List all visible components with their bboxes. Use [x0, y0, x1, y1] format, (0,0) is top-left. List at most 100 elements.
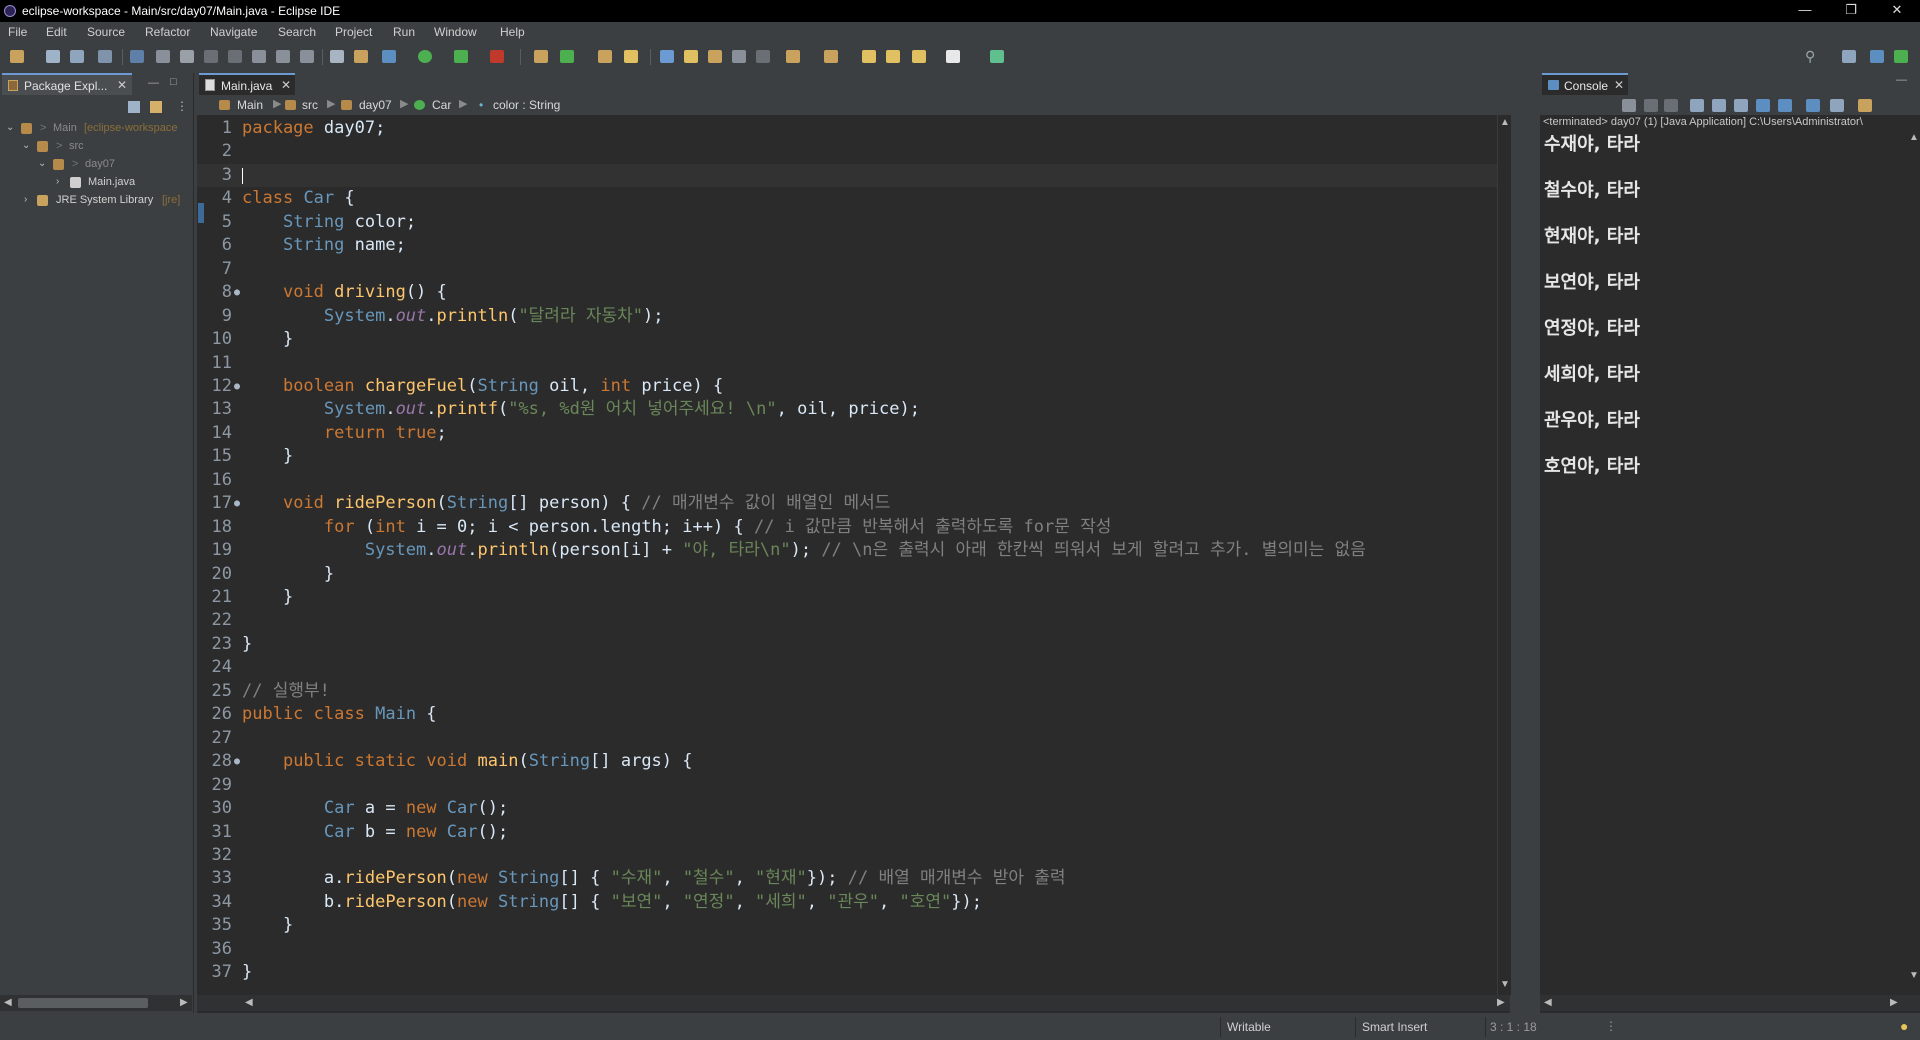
menu-file[interactable]: File	[8, 25, 27, 39]
pilcrow-icon[interactable]	[756, 50, 770, 63]
step-over-icon[interactable]	[276, 50, 290, 63]
breadcrumb-main[interactable]: Main	[237, 98, 263, 112]
code-line[interactable]: 35 }	[197, 914, 1510, 937]
step-into-icon[interactable]	[252, 50, 266, 63]
menu-navigate[interactable]: Navigate	[210, 25, 257, 39]
minimize-icon[interactable]: —	[148, 77, 159, 89]
code-line[interactable]: 6 String name;	[197, 234, 1510, 257]
debug-perspective-icon[interactable]	[1894, 50, 1908, 63]
code-line[interactable]: 32	[197, 844, 1510, 867]
new-package-icon[interactable]	[534, 50, 548, 63]
new-class-icon[interactable]	[560, 50, 574, 63]
window-maximize-button[interactable]: ❐	[1828, 0, 1874, 22]
fold-marker-icon[interactable]: ●	[234, 492, 240, 515]
code-line[interactable]: 31 Car b = new Car();	[197, 821, 1510, 844]
link-editor-icon[interactable]	[150, 101, 162, 113]
menu-help[interactable]: Help	[500, 25, 525, 39]
status-menu-icon[interactable]: ⋮	[1605, 1019, 1617, 1033]
new-icon[interactable]	[10, 50, 24, 63]
fold-marker-icon[interactable]: ●	[234, 750, 240, 773]
code-line[interactable]: 4 class Car {	[197, 187, 1510, 210]
menu-project[interactable]: Project	[335, 25, 372, 39]
code-line[interactable]: 30 Car a = new Car();	[197, 797, 1510, 820]
menu-search[interactable]: Search	[278, 25, 316, 39]
view-menu-icon[interactable]: ⋮	[176, 99, 188, 113]
breadcrumb-car[interactable]: Car	[432, 98, 451, 112]
disconnect-icon[interactable]	[228, 50, 242, 63]
code-line[interactable]: 1 package day07;	[197, 117, 1510, 140]
save-icon[interactable]	[46, 50, 60, 63]
open-task-icon[interactable]	[624, 50, 638, 63]
run-icon[interactable]	[418, 50, 432, 63]
chevron-right-icon[interactable]: ›	[56, 176, 59, 187]
last-edit-location-icon[interactable]	[862, 50, 876, 63]
horizontal-scrollbar[interactable]: ◀ ▶	[0, 995, 192, 1011]
print-icon[interactable]	[98, 50, 112, 63]
code-line[interactable]: 20 }	[197, 563, 1510, 586]
window-minimize-button[interactable]: —	[1782, 0, 1828, 22]
code-line[interactable]: 18 for (int i = 0; i < person.length; i+…	[197, 516, 1510, 539]
window-close-button[interactable]: ✕	[1874, 0, 1920, 22]
code-line[interactable]: 3	[197, 163, 1510, 187]
code-line[interactable]: 36	[197, 938, 1510, 961]
code-line[interactable]: 8 ● void driving() {	[197, 281, 1510, 304]
remove-launch-icon[interactable]	[1644, 99, 1658, 112]
code-line[interactable]: 10 }	[197, 328, 1510, 351]
code-line[interactable]: 22	[197, 609, 1510, 632]
code-line[interactable]: 37}	[197, 961, 1510, 984]
code-line[interactable]: 14 return true;	[197, 422, 1510, 445]
code-line[interactable]: 26 public class Main {	[197, 703, 1510, 726]
show-stderr-icon[interactable]	[1778, 99, 1792, 112]
status-insert-mode[interactable]: Smart Insert	[1362, 1020, 1427, 1034]
menu-window[interactable]: Window	[434, 25, 477, 39]
terminate-icon[interactable]	[204, 50, 218, 63]
suspend-icon[interactable]	[180, 50, 194, 63]
new-java-project-icon[interactable]	[354, 50, 368, 63]
open-console-icon[interactable]	[1858, 99, 1872, 112]
maximize-icon[interactable]: □	[170, 76, 177, 88]
fold-marker-icon[interactable]: ●	[234, 375, 240, 398]
remove-all-icon[interactable]	[1664, 99, 1678, 112]
previous-annotation-icon[interactable]	[824, 50, 838, 63]
lightbulb-icon[interactable]: ●	[1900, 1018, 1908, 1034]
editor-tab-main-java[interactable]: Main.java ✕	[199, 73, 295, 95]
pin-console-icon[interactable]	[1806, 99, 1820, 112]
menu-edit[interactable]: Edit	[46, 25, 67, 39]
code-line[interactable]: 16	[197, 469, 1510, 492]
breadcrumb-src[interactable]: src	[302, 98, 318, 112]
code-line[interactable]: 19 System.out.println(person[i] + "야, 타라…	[197, 539, 1510, 562]
console-output[interactable]: 수재야, 타라 철수야, 타라 현재야, 타라 보연야, 타라 연정야, 타라 …	[1540, 130, 1905, 986]
open-console-icon[interactable]	[330, 50, 344, 63]
step-return-icon[interactable]	[300, 50, 314, 63]
save-all-icon[interactable]	[70, 50, 84, 63]
minimize-icon[interactable]: —	[1896, 74, 1907, 86]
horizontal-scrollbar[interactable]: ◀ ▶	[1540, 995, 1920, 1011]
toggle-highlight-icon[interactable]	[684, 50, 698, 63]
code-line[interactable]: 28 ● public static void main(String[] arg…	[197, 750, 1510, 773]
horizontal-scrollbar[interactable]: ◀ ▶	[197, 995, 1510, 1011]
code-line[interactable]: 15 }	[197, 445, 1510, 468]
toggle-mark-occurrences-icon[interactable]	[660, 50, 674, 63]
package-explorer-tab[interactable]: Package Expl... ✕	[2, 73, 132, 95]
code-line[interactable]: 11	[197, 352, 1510, 375]
chevron-down-icon[interactable]: ⌄	[6, 122, 14, 133]
code-line[interactable]: 25 // 실행부!	[197, 680, 1510, 703]
menu-refactor[interactable]: Refactor	[145, 25, 190, 39]
block-selection-icon[interactable]	[708, 50, 722, 63]
pin-editor-icon[interactable]	[990, 50, 1004, 63]
console-tab[interactable]: Console ✕	[1542, 73, 1628, 95]
code-line[interactable]: 7	[197, 258, 1510, 281]
clear-console-icon[interactable]	[1690, 99, 1704, 112]
collapse-all-icon[interactable]	[128, 101, 140, 113]
resume-icon[interactable]	[156, 50, 170, 63]
chevron-down-icon[interactable]: ⌄	[22, 140, 30, 151]
external-tools-icon[interactable]	[490, 50, 504, 63]
code-line[interactable]: 13 System.out.printf("%s, %d원 어치 넣어주세요! …	[197, 398, 1510, 421]
code-line[interactable]: 2	[197, 140, 1510, 163]
close-icon[interactable]: ✕	[117, 78, 127, 92]
breadcrumb-day07[interactable]: day07	[359, 98, 392, 112]
open-type-icon[interactable]	[598, 50, 612, 63]
breadcrumb-color-field[interactable]: color : String	[493, 98, 560, 112]
code-line[interactable]: 21 }	[197, 586, 1510, 609]
code-line[interactable]: 23}	[197, 633, 1510, 656]
